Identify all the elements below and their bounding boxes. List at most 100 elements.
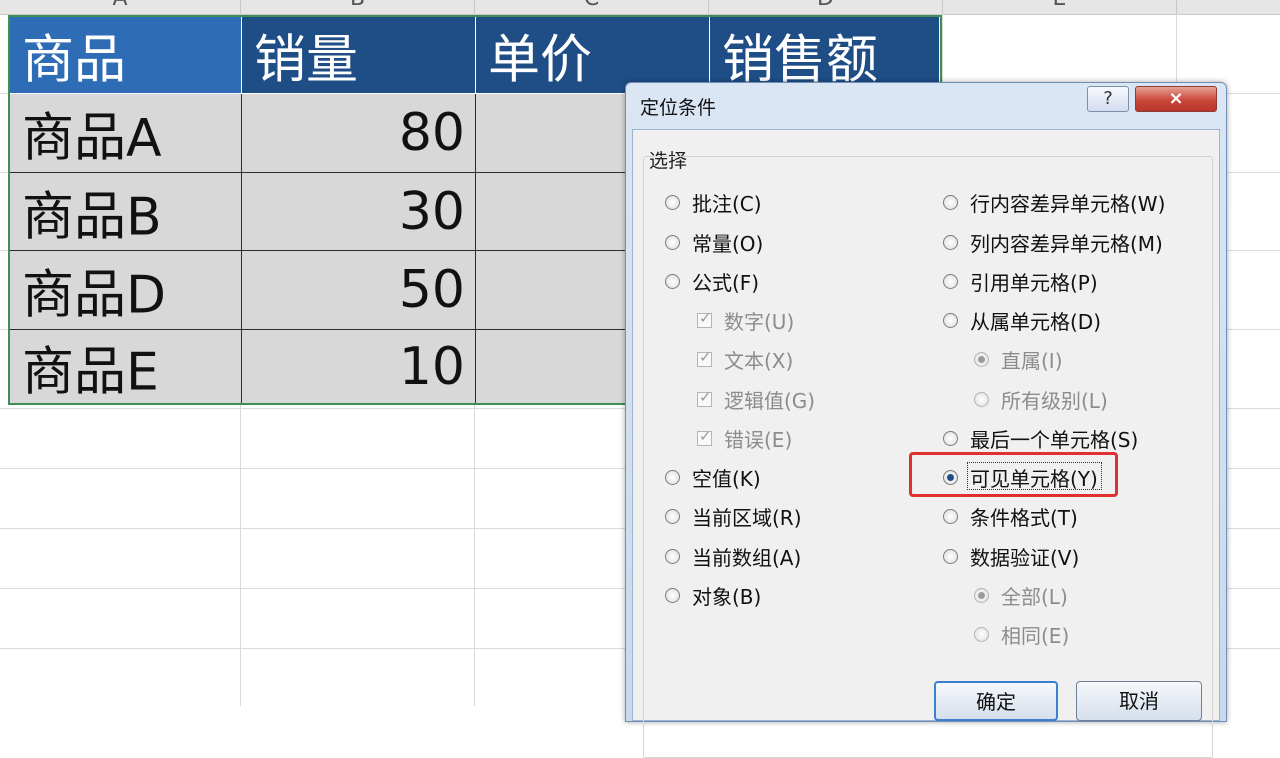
option-errors[interactable]: 错误(E) [697,424,792,453]
radio-icon[interactable] [974,627,989,642]
option-constants[interactable]: 常量(O) [665,228,763,257]
table-cell[interactable]: 50 [242,251,476,330]
radio-icon[interactable] [974,392,989,407]
header-cell-text: 商品 [22,30,127,91]
cell-text: 商品B [22,187,162,247]
option-label: 列内容差异单元格(M) [970,232,1163,256]
cell-text: 50 [398,260,465,320]
checkbox-icon[interactable] [697,427,712,446]
option-label: 所有级别(L) [1001,389,1108,413]
cancel-button[interactable]: 取消 [1076,681,1202,721]
option-label: 文本(X) [724,349,794,373]
radio-icon[interactable] [943,274,958,289]
column-letter: B [350,0,365,12]
cell-text: 商品E [22,342,159,402]
option-label: 条件格式(T) [970,506,1078,530]
cell-text: 30 [398,181,465,242]
radio-icon[interactable] [943,431,958,446]
table-cell[interactable]: 30 [242,173,476,251]
ok-button[interactable]: 确定 [934,681,1058,721]
option-label: 全部(L) [1001,585,1068,609]
table-cell[interactable]: 80 [242,94,476,173]
option-label: 直属(I) [1001,349,1063,373]
column-header-b[interactable]: B [241,0,475,14]
cell-text: 商品D [22,265,167,326]
table-cell[interactable]: 商品B [10,173,242,251]
table-cell[interactable]: 商品A [10,94,242,173]
help-button[interactable]: ? [1087,86,1129,112]
close-button[interactable]: × [1135,86,1217,112]
table-cell[interactable]: 商品D [10,251,242,330]
column-header-bar: A B C D E [0,0,1280,15]
table-cell[interactable]: 10 [242,330,476,403]
option-current-array[interactable]: 当前数组(A) [665,542,801,571]
option-comments[interactable]: 批注(C) [665,188,762,217]
option-conditional-formats[interactable]: 条件格式(T) [943,502,1078,531]
option-label: 公式(F) [692,271,760,295]
option-validation-all[interactable]: 全部(L) [974,581,1068,610]
option-text[interactable]: 文本(X) [697,345,793,374]
column-letter: A [112,0,127,12]
option-label: 逻辑值(G) [724,389,816,413]
radio-icon[interactable] [974,352,989,367]
cell-text: 80 [398,103,465,163]
option-numbers[interactable]: 数字(U) [697,306,794,335]
radio-icon[interactable] [974,588,989,603]
checkbox-icon[interactable] [697,348,712,367]
option-label: 常量(O) [692,232,764,256]
checkbox-icon[interactable] [697,309,712,328]
option-all-levels[interactable]: 所有级别(L) [974,385,1108,414]
radio-icon[interactable] [665,588,680,603]
column-header-e[interactable]: E [943,0,1177,14]
checkbox-icon[interactable] [697,388,712,407]
option-dependents[interactable]: 从属单元格(D) [943,306,1101,335]
radio-icon[interactable] [665,549,680,564]
option-label: 批注(C) [692,192,762,216]
option-formulas[interactable]: 公式(F) [665,267,759,296]
option-label: 对象(B) [692,585,762,609]
radio-icon[interactable] [665,274,680,289]
header-cell-text: 销量 [254,30,359,91]
radio-icon[interactable] [943,549,958,564]
dialog-title: 定位条件 [640,97,717,119]
table-cell[interactable]: 商品E [10,330,242,403]
column-header-c[interactable]: C [475,0,709,14]
option-row-differences[interactable]: 行内容差异单元格(W) [943,188,1165,217]
cell-text: 商品A [22,108,162,169]
option-label: 最后一个单元格(S) [970,428,1139,452]
option-logicals[interactable]: 逻辑值(G) [697,385,815,414]
option-objects[interactable]: 对象(B) [665,581,761,610]
radio-icon[interactable] [665,509,680,524]
focus-rectangle [967,462,1102,490]
radio-icon[interactable] [665,195,680,210]
option-label: 错误(E) [724,428,793,452]
option-label: 空值(K) [692,467,761,491]
option-column-differences[interactable]: 列内容差异单元格(M) [943,228,1163,257]
header-cell[interactable]: 商品 [10,17,242,94]
radio-icon[interactable] [943,195,958,210]
option-label: 数字(U) [724,310,795,334]
column-letter: C [584,0,599,12]
column-letter: E [1053,0,1067,12]
radio-icon[interactable] [943,509,958,524]
option-precedents[interactable]: 引用单元格(P) [943,267,1098,296]
column-header-a[interactable]: A [0,0,241,14]
option-label: 引用单元格(P) [970,271,1098,295]
option-data-validation[interactable]: 数据验证(V) [943,542,1079,571]
radio-icon[interactable] [665,470,680,485]
header-cell[interactable]: 销量 [242,17,476,94]
option-label: 从属单元格(D) [970,310,1102,334]
radio-icon[interactable] [665,235,680,250]
header-cell-text: 单价 [488,30,593,91]
radio-icon[interactable] [943,235,958,250]
option-label: 当前区域(R) [692,506,802,530]
radio-icon[interactable] [943,313,958,328]
cell-text: 10 [398,336,465,397]
option-label: 行内容差异单元格(W) [970,192,1166,216]
option-validation-same[interactable]: 相同(E) [974,620,1069,649]
option-last-cell[interactable]: 最后一个单元格(S) [943,424,1138,453]
option-blanks[interactable]: 空值(K) [665,463,761,492]
option-direct-only[interactable]: 直属(I) [974,345,1063,374]
option-current-region[interactable]: 当前区域(R) [665,502,802,531]
column-header-d[interactable]: D [709,0,943,14]
